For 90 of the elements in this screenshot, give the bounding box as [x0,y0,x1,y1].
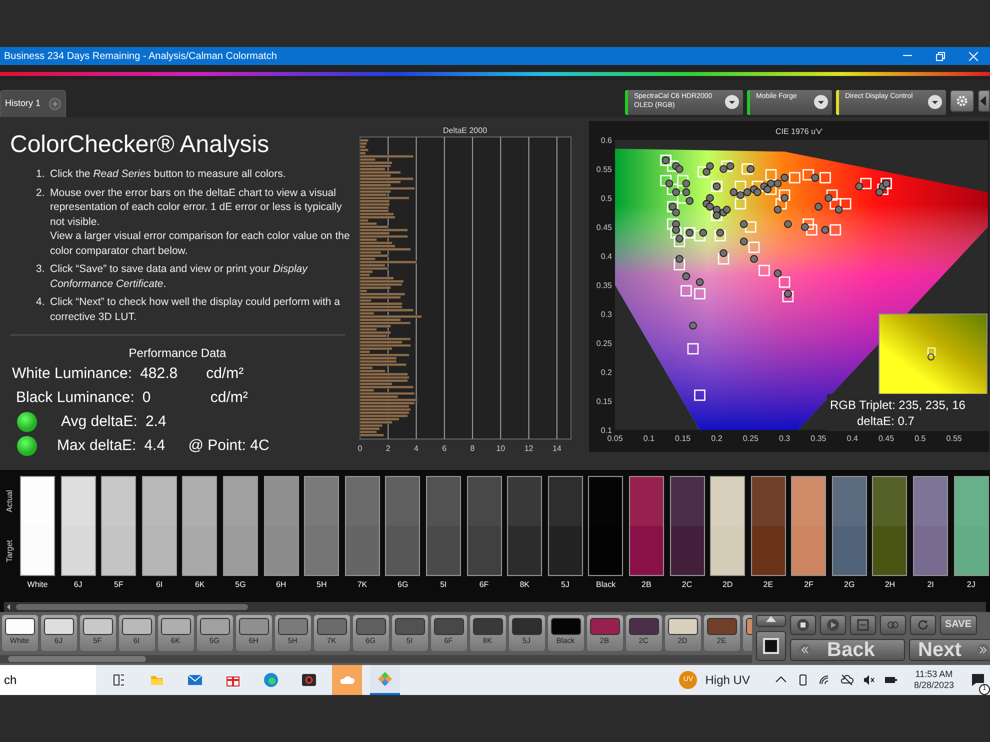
swatch-label: 5I [439,579,448,591]
tick-label: 0.15 [596,397,612,406]
rgb-triplet-text: RGB Triplet: 235, 235, 16 [830,398,966,412]
clock[interactable]: 11:53 AM 8/28/2023 [914,669,954,691]
tick-label: 0.55 [946,434,962,443]
instruction-text: Click “Save” to save data and view or print your Display Conformance Certificate. [50,262,309,291]
tick-label: 0 [358,444,362,453]
instruction-note: View a larger visual error comparison for each color value on the color comparator chart below. [50,229,351,258]
swatch-label: 5G [234,579,247,591]
swatch-label: 5H [316,579,328,591]
metric-label: Max deltaE: [57,436,136,456]
back-button[interactable]: Back [790,639,905,661]
swatch-label: 5J [560,579,570,591]
tick-label: 0.25 [742,434,758,443]
tick-label: 6 [442,444,447,453]
tick-label: 0.1 [600,426,612,435]
tick-label: 0.15 [675,434,691,443]
metric-label: Avg deltaE: [61,412,138,432]
row-label: Actual [4,490,15,512]
tick-label: 0.6 [600,136,612,145]
swatch-label: 2E [762,579,774,591]
swatch-label: 6H [274,579,288,591]
swatch-label: 2I [926,579,935,591]
metric-value: 0 [142,388,152,408]
tick-label: 10 [496,444,506,453]
swatch-label: 6J [72,579,84,591]
tick-label: 0.35 [810,434,826,443]
tick-label: 0.1 [643,434,654,443]
instruction-text: Click the Read Series button to measure all colors. [50,167,286,182]
metric-label: White Luminance: [12,364,132,384]
chart-title: CIE 1976 u'v' [775,127,823,136]
tick-label: 4 [414,444,418,453]
search-field[interactable]: ch [0,665,96,695]
tick-label: 0.45 [596,223,612,232]
tick-label: 0.4 [600,252,612,261]
swatch-label: 8K [518,579,531,591]
swatch-label: 2J [966,579,976,591]
metric-value: 4.4 [144,436,166,456]
swatch-label: 7K [356,579,368,591]
tick-label: 0.2 [711,434,722,443]
tick-label: 0.25 [596,339,612,348]
tick-label: 0.45 [878,434,894,443]
analysis-title: ColorChecker® Analysis [10,131,270,159]
swatch-label: 6K [194,579,206,591]
step-number: 4. [36,295,46,310]
tick-label: 0.5 [914,434,926,443]
window-title: Business 234 Days Remaining - Analysis/Calman Colormatch [4,50,277,64]
tick-label: 0.4 [846,434,858,443]
swatch-label: 6F [478,579,490,591]
next-button[interactable]: Next [909,639,990,661]
metric-label: Black Luminance: [16,388,134,408]
unit-label: cd/m² [206,364,244,384]
swatch-label: 2D [721,579,734,591]
tick-label: 12 [524,444,534,453]
swatch-label: 2B [640,579,652,591]
tick-label: 0.2 [600,368,612,377]
step-number: 1. [36,167,46,182]
instruction-text: Click “Next” to check how well the display could perform with a corrective 3D LUT. [50,295,342,324]
swatch-label: 2F [803,579,814,591]
unit-label: cd/m² [210,388,248,408]
swatch-label: 6I [154,579,164,591]
swatch-label: Black [595,579,617,591]
point-label: @ Point: 4C [188,436,270,456]
delta-e-text: deltaE: 0.7 [857,414,914,428]
tick-label: 0.05 [607,434,623,443]
swatch-label: 2G [843,579,856,591]
chart-title: DeltaE 2000 [442,126,488,135]
tick-label: 0.3 [778,434,790,443]
metric-value: 482.8 [140,364,179,384]
step-number: 3. [36,262,46,277]
swatch-label: 2H [884,579,896,591]
weather-text: High UV [705,672,750,689]
swatch-label: White [26,579,49,591]
performance-title: Performance Data [128,345,228,362]
tick-label: 0.3 [600,310,612,319]
swatch-label: 2C [680,579,694,591]
tick-label: 0.35 [596,281,612,290]
save-button[interactable]: SAVE [940,615,976,635]
tick-label: 2 [386,444,390,453]
tick-label: 0.5 [600,194,612,203]
tick-label: 0.55 [596,165,612,174]
tab[interactable]: History 1 [0,90,66,117]
row-label: Target [4,540,15,562]
swatch-label: 6G [396,579,410,591]
swatch-label: 5F [113,579,124,591]
tick-label: 14 [552,444,562,453]
instruction-text: Mouse over the error bars on the deltaE chart to view a visual representation of each color error. 1 dE error or less is typically not visible. [50,186,343,229]
step-number: 2. [36,186,46,200]
tick-label: 8 [470,444,475,453]
metric-value: 2.4 [145,412,168,432]
